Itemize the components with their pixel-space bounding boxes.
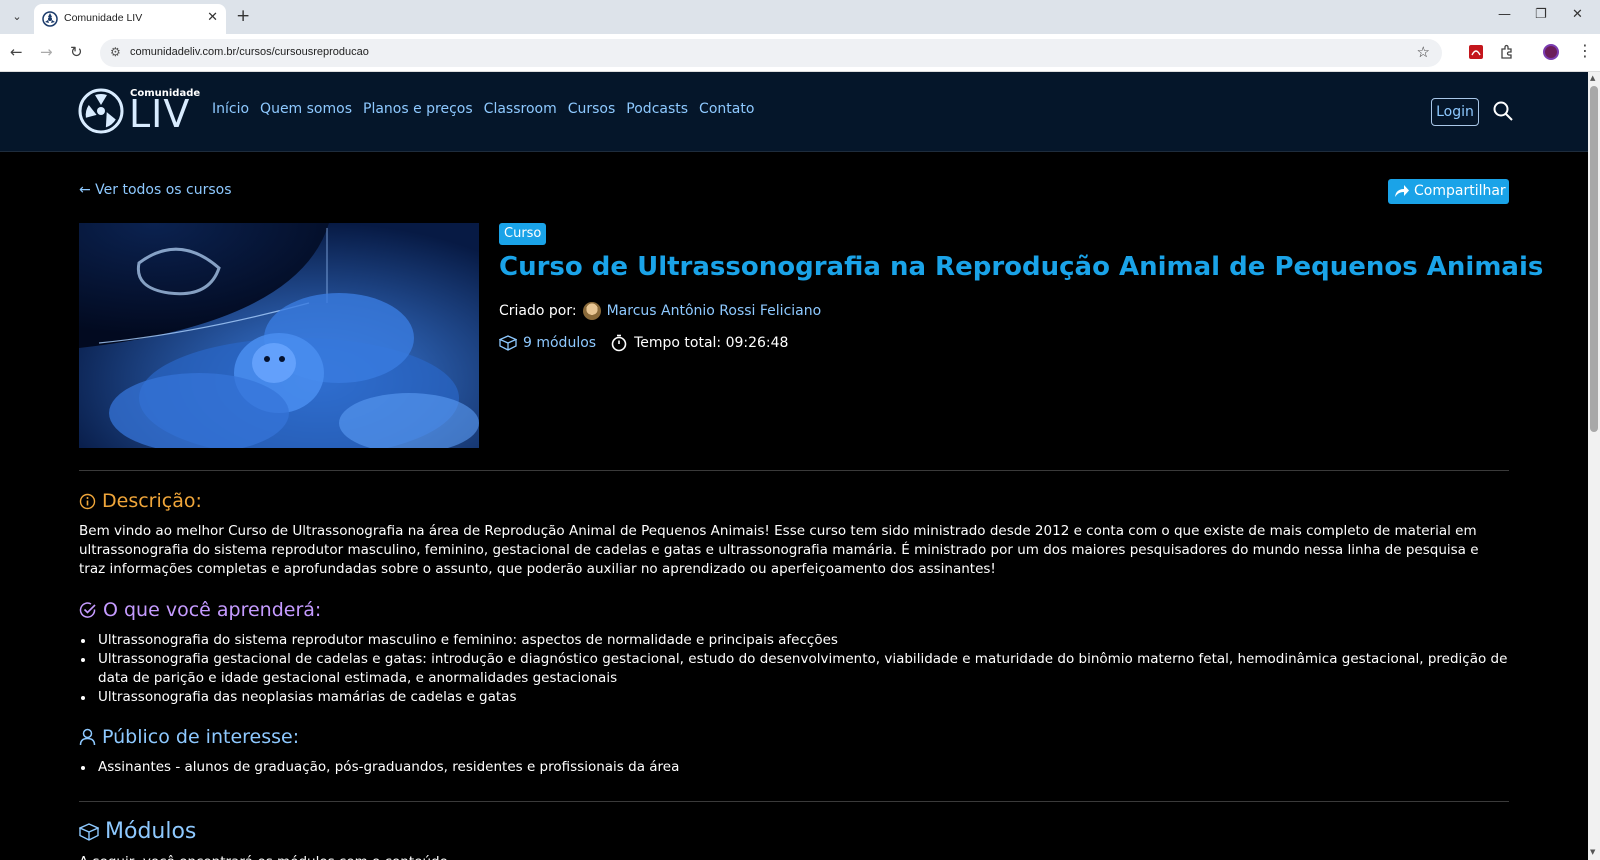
site-info-icon[interactable]: ⚙	[110, 45, 121, 59]
login-button[interactable]: Login	[1431, 98, 1479, 126]
author-link[interactable]: Marcus Antônio Rossi Feliciano	[607, 303, 822, 319]
nav-planos-precos[interactable]: Planos e preços	[363, 101, 473, 117]
restore-icon[interactable]: ❐	[1535, 7, 1547, 22]
profile-avatar[interactable]	[1543, 44, 1559, 60]
bookmark-star-icon[interactable]: ☆	[1417, 43, 1430, 61]
learn-list: Ultrassonografia do sistema reprodutor m…	[79, 631, 1509, 707]
course-creator: Criado por: Marcus Antônio Rossi Felicia…	[499, 302, 821, 320]
browser-toolbar: ← → ↻ ⚙ comunidadeliv.com.br/cursos/curs…	[0, 34, 1600, 72]
browser-tab-bar: ⌄ Comunidade LIV ✕ + — ❐ ✕	[0, 0, 1600, 34]
list-item: Ultrassonografia das neoplasias mamárias…	[79, 688, 1509, 707]
audience-list: Assinantes - alunos de graduação, pós-gr…	[79, 758, 1509, 777]
forward-arrow-icon[interactable]: →	[40, 43, 53, 61]
scroll-down-icon[interactable]: ▼	[1590, 848, 1595, 856]
share-button[interactable]: Compartilhar	[1388, 179, 1509, 204]
nav-cursos[interactable]: Cursos	[568, 101, 616, 117]
scroll-up-icon[interactable]: ▲	[1590, 74, 1595, 82]
minimize-icon[interactable]: —	[1498, 7, 1511, 22]
reload-icon[interactable]: ↻	[70, 43, 83, 61]
ultrasound-puppies-illustration	[79, 223, 479, 448]
favicon-icon	[42, 11, 58, 27]
course-type-badge: Curso	[499, 223, 547, 245]
window-close-icon[interactable]: ✕	[1572, 7, 1583, 22]
nav-podcasts[interactable]: Podcasts	[626, 101, 688, 117]
audience-heading-label: Público de interesse:	[102, 726, 300, 748]
address-bar[interactable]: ⚙ comunidadeliv.com.br/cursos/cursousrep…	[100, 39, 1442, 67]
scrollbar-thumb[interactable]	[1590, 86, 1598, 432]
page-scrollbar[interactable]: ▲ ▼	[1588, 72, 1600, 860]
search-icon[interactable]	[1492, 100, 1514, 122]
author-avatar	[582, 302, 601, 320]
main-navigation: Início Quem somos Planos e preços Classr…	[212, 101, 754, 117]
logo-radiation-icon	[78, 88, 124, 134]
box-modules-icon	[499, 335, 517, 351]
list-item: Ultrassonografia gestacional de cadelas …	[79, 650, 1509, 688]
audience-heading: Público de interesse:	[79, 726, 299, 748]
total-time: Tempo total: 09:26:48	[634, 335, 789, 351]
description-heading-label: Descrição:	[102, 490, 202, 512]
check-circle-icon	[79, 602, 96, 618]
list-item: Assinantes - alunos de graduação, pós-gr…	[79, 758, 1509, 777]
browser-tab[interactable]: Comunidade LIV ✕	[34, 4, 226, 34]
browser-menu-icon[interactable]: ⋮	[1577, 41, 1593, 60]
new-tab-icon[interactable]: +	[236, 6, 250, 26]
info-icon	[79, 493, 96, 509]
nav-contato[interactable]: Contato	[699, 101, 754, 117]
site-logo[interactable]: Comunidade LIV	[78, 86, 200, 136]
user-icon	[79, 728, 96, 746]
course-title: Curso de Ultrassonografia na Reprodução …	[499, 252, 1544, 282]
pdf-extension-icon[interactable]	[1468, 44, 1484, 60]
stopwatch-icon	[611, 334, 627, 352]
modules-count: 9 módulos	[523, 335, 597, 351]
url-text: comunidadeliv.com.br/cursos/cursousrepro…	[130, 46, 369, 58]
learn-heading-label: O que você aprenderá:	[103, 599, 322, 621]
description-text: Bem vindo ao melhor Curso de Ultrassonog…	[79, 523, 1479, 577]
nav-quem-somos[interactable]: Quem somos	[260, 101, 352, 117]
divider	[79, 801, 1509, 802]
tab-title: Comunidade LIV	[64, 12, 143, 24]
tab-search-icon[interactable]: ⌄	[8, 8, 26, 26]
site-header: Comunidade LIV Início Quem somos Planos …	[0, 72, 1588, 152]
tab-close-icon[interactable]: ✕	[207, 10, 218, 25]
extensions-puzzle-icon[interactable]	[1499, 44, 1515, 60]
share-button-label: Compartilhar	[1414, 183, 1506, 199]
created-by-label: Criado por:	[499, 303, 577, 319]
back-arrow-icon[interactable]: ←	[10, 43, 23, 61]
course-meta: 9 módulos Tempo total: 09:26:48	[499, 334, 788, 352]
description-heading: Descrição:	[79, 490, 202, 512]
share-arrow-icon	[1395, 185, 1409, 197]
divider	[79, 470, 1509, 471]
list-item: Ultrassonografia do sistema reprodutor m…	[79, 631, 1509, 650]
nav-inicio[interactable]: Início	[212, 101, 249, 117]
logo-big-text: LIV	[129, 92, 191, 136]
box-modules-icon	[79, 822, 99, 841]
course-cover-image	[79, 223, 479, 448]
learn-heading: O que você aprenderá:	[79, 599, 321, 621]
modules-heading: Módulos	[79, 819, 196, 844]
back-to-courses-link[interactable]: ← Ver todos os cursos	[79, 182, 232, 198]
nav-classroom[interactable]: Classroom	[484, 101, 557, 117]
modules-heading-label: Módulos	[105, 819, 197, 844]
modules-intro-text: A seguir, você encontrará os módulos com…	[79, 853, 448, 860]
